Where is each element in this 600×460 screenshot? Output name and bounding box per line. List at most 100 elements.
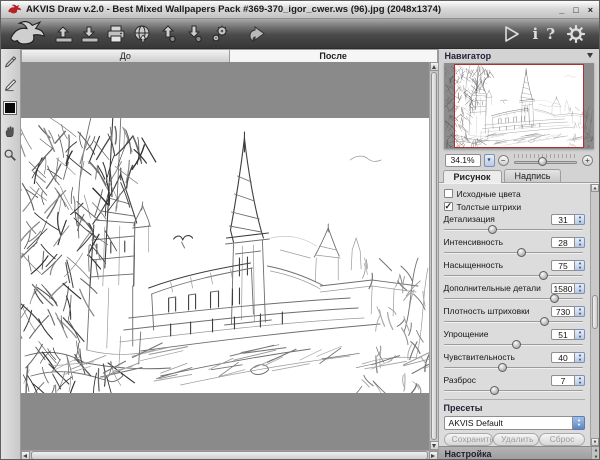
- zoom-tool-icon[interactable]: [3, 148, 17, 162]
- param-handle-2[interactable]: [539, 271, 548, 280]
- open-image-icon[interactable]: [51, 21, 77, 47]
- param-value-5[interactable]: 51: [551, 329, 575, 340]
- tab-text[interactable]: Надпись: [504, 169, 562, 182]
- navigator-header[interactable]: Навигатор: [439, 49, 599, 62]
- scroll-right-arrow[interactable]: [429, 451, 438, 460]
- param-spinner-1[interactable]: [575, 237, 585, 248]
- param-group-3: Дополнительные детали1580: [444, 282, 585, 305]
- redo-arrow-icon[interactable]: [271, 21, 297, 47]
- checkbox-1[interactable]: [444, 202, 453, 211]
- param-value-6[interactable]: 40: [551, 352, 575, 363]
- undo-arrow-icon[interactable]: [245, 21, 271, 47]
- title-bar: AKVIS Draw v.2.0 - Best Mixed Wallpapers…: [1, 1, 599, 19]
- param-track-0[interactable]: [444, 229, 583, 231]
- preset-spinner[interactable]: [573, 416, 585, 430]
- color-swatch-black[interactable]: [3, 101, 17, 115]
- settings-mini-scrollbar[interactable]: [591, 447, 599, 460]
- param-handle-6[interactable]: [498, 363, 507, 372]
- param-label-3: Дополнительные детали: [444, 283, 551, 293]
- canvas-horizontal-scrollbar[interactable]: [21, 450, 438, 460]
- zoom-dropdown-button[interactable]: [484, 154, 495, 167]
- zoom-in-button[interactable]: +: [582, 155, 593, 166]
- tab-after[interactable]: После: [230, 49, 438, 62]
- eraser-pencil-tool-icon[interactable]: [3, 78, 17, 92]
- param-track-4[interactable]: [444, 321, 583, 323]
- zoom-slider[interactable]: [514, 154, 577, 166]
- param-track-1[interactable]: [444, 252, 583, 254]
- param-label-7: Разброс: [444, 375, 551, 385]
- param-value-7[interactable]: 7: [551, 375, 575, 386]
- hscroll-thumb[interactable]: [31, 451, 428, 460]
- checkbox-row-0: Исходные цвета: [444, 187, 585, 200]
- param-track-3[interactable]: [444, 298, 583, 300]
- param-spinner-4[interactable]: [575, 306, 585, 317]
- maximize-button[interactable]: □: [573, 5, 578, 15]
- preset-button-0[interactable]: Сохранить: [444, 433, 493, 446]
- print-icon[interactable]: [103, 21, 129, 47]
- preset-button-1[interactable]: Удалить: [493, 433, 539, 446]
- param-spinner-7[interactable]: [575, 375, 585, 386]
- param-handle-5[interactable]: [512, 340, 521, 349]
- panel-scroll-down[interactable]: [591, 438, 599, 446]
- import-from-web-icon[interactable]: [129, 21, 155, 47]
- checkbox-0[interactable]: [444, 189, 453, 198]
- pencil-tool-icon[interactable]: [3, 55, 17, 69]
- minimize-button[interactable]: _: [559, 5, 564, 15]
- settings-section-title: Настройка: [445, 449, 492, 459]
- run-icon[interactable]: [499, 21, 525, 47]
- param-group-1: Интенсивность28: [444, 236, 585, 259]
- canvas-vertical-scrollbar[interactable]: [429, 62, 438, 450]
- param-group-7: Разброс7: [444, 374, 585, 397]
- param-value-0[interactable]: 31: [551, 214, 575, 225]
- preferences-gear-icon[interactable]: [563, 21, 589, 47]
- param-value-3[interactable]: 1580: [551, 283, 575, 294]
- param-handle-0[interactable]: [488, 225, 497, 234]
- param-spinner-6[interactable]: [575, 352, 585, 363]
- sketch-image[interactable]: [21, 118, 429, 393]
- param-spinner-0[interactable]: [575, 214, 585, 225]
- image-canvas[interactable]: [21, 62, 429, 450]
- param-handle-7[interactable]: [490, 386, 499, 395]
- zoom-value-field[interactable]: 34.1%: [445, 154, 481, 167]
- param-spinner-2[interactable]: [575, 260, 585, 271]
- param-handle-4[interactable]: [540, 317, 549, 326]
- preset-dropdown[interactable]: AKVIS Default: [444, 416, 573, 430]
- zoom-slider-handle[interactable]: [538, 157, 547, 166]
- app-window: AKVIS Draw v.2.0 - Best Mixed Wallpapers…: [0, 0, 600, 460]
- param-value-4[interactable]: 730: [551, 306, 575, 317]
- navigator-thumbnail[interactable]: [444, 63, 594, 149]
- hand-tool-icon[interactable]: [3, 124, 17, 139]
- help-icon[interactable]: ?: [546, 26, 555, 42]
- tab-drawing[interactable]: Рисунок: [443, 170, 502, 183]
- param-handle-3[interactable]: [550, 294, 559, 303]
- param-spinner-5[interactable]: [575, 329, 585, 340]
- param-track-6[interactable]: [444, 367, 583, 369]
- param-handle-1[interactable]: [517, 248, 526, 257]
- panel-scroll-up[interactable]: [591, 184, 599, 192]
- parameter-tabs: Рисунок Надпись: [439, 169, 599, 183]
- param-spinner-3[interactable]: [575, 283, 585, 294]
- download-settings-icon[interactable]: [181, 21, 207, 47]
- save-image-icon[interactable]: [77, 21, 103, 47]
- zoom-out-button[interactable]: −: [498, 155, 509, 166]
- param-value-2[interactable]: 75: [551, 260, 575, 271]
- scroll-left-arrow[interactable]: [21, 451, 30, 460]
- param-track-7[interactable]: [444, 390, 583, 392]
- param-group-2: Насыщенность75: [444, 259, 585, 282]
- close-button[interactable]: ×: [588, 5, 593, 15]
- batch-processing-icon[interactable]: [207, 21, 233, 47]
- akvis-bird-logo-icon[interactable]: [7, 20, 47, 48]
- param-value-1[interactable]: 28: [551, 237, 575, 248]
- param-label-0: Детализация: [444, 214, 551, 224]
- panel-scroll-thumb[interactable]: [592, 295, 598, 329]
- preset-button-2[interactable]: Сброс: [539, 433, 585, 446]
- settings-section-header[interactable]: Настройка: [439, 446, 599, 460]
- navigator-view-frame[interactable]: [454, 64, 584, 148]
- info-icon[interactable]: i: [533, 26, 539, 42]
- tab-before[interactable]: До: [21, 49, 230, 62]
- param-track-2[interactable]: [444, 275, 583, 277]
- upload-settings-icon[interactable]: [155, 21, 181, 47]
- vscroll-thumb[interactable]: [431, 72, 437, 440]
- panel-scrollbar[interactable]: [590, 184, 599, 446]
- main-toolbar: i ?: [1, 19, 599, 49]
